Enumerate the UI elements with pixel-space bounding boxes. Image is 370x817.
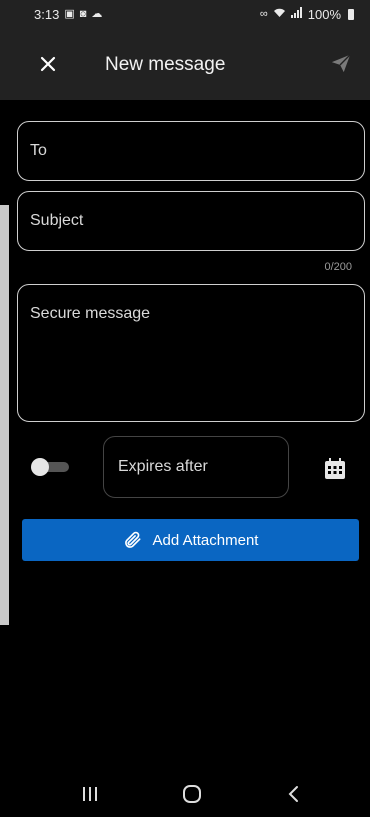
subject-field[interactable] (17, 191, 365, 251)
close-icon (40, 56, 56, 72)
side-edge (0, 205, 9, 625)
page-title: New message (105, 54, 226, 75)
add-attachment-button[interactable]: Add Attachment (22, 519, 359, 561)
toggle-knob (31, 458, 49, 476)
back-button[interactable] (284, 780, 304, 808)
home-icon (183, 785, 201, 803)
send-button[interactable] (330, 52, 354, 76)
battery-icon (348, 8, 354, 20)
calendar-button[interactable] (324, 458, 346, 480)
add-attachment-label: Add Attachment (152, 531, 259, 549)
to-input[interactable] (18, 122, 364, 180)
image-icon: ▣ (64, 7, 75, 20)
recent-apps-icon (83, 787, 97, 801)
system-nav-bar (0, 770, 370, 817)
message-input[interactable] (18, 285, 364, 421)
expiry-toggle[interactable] (31, 458, 71, 476)
signal-icon (290, 7, 303, 21)
cloud-icon: ☁ (91, 7, 103, 20)
back-icon (288, 786, 298, 802)
calendar-icon (325, 458, 345, 479)
battery-percent: 100% (307, 6, 341, 22)
status-left: 3:13 ▣ ◙ ☁ (34, 7, 102, 22)
link-icon: ∞ (259, 7, 268, 20)
send-icon (331, 54, 351, 73)
expires-field[interactable] (103, 436, 289, 498)
home-button[interactable] (180, 780, 204, 808)
close-button[interactable] (36, 52, 60, 76)
wifi-icon (273, 7, 286, 21)
status-time: 3:13 (34, 6, 60, 22)
to-field[interactable] (17, 121, 365, 181)
subject-counter: 0/200 (324, 261, 352, 273)
recent-apps-button[interactable] (78, 780, 102, 808)
status-bar: 3:13 ▣ ◙ ☁ ∞ 100% (0, 0, 370, 28)
paperclip-icon (124, 531, 141, 548)
shield-icon: ◙ (79, 7, 87, 20)
status-right: ∞ 100% (260, 7, 354, 22)
expires-input[interactable] (104, 437, 288, 497)
message-field[interactable] (17, 284, 365, 422)
app-bar: New message (0, 28, 370, 100)
subject-input[interactable] (18, 192, 364, 250)
